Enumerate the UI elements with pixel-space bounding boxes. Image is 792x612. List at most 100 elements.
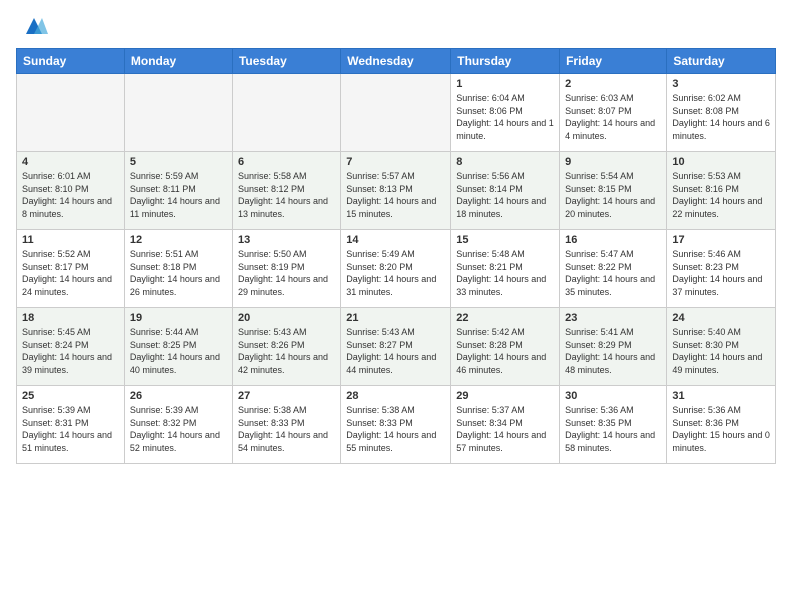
calendar-cell: 28 Sunrise: 5:38 AM Sunset: 8:33 PM Dayli… <box>341 386 451 464</box>
calendar-cell: 25 Sunrise: 5:39 AM Sunset: 8:31 PM Dayli… <box>17 386 125 464</box>
day-header-friday: Friday <box>560 49 667 74</box>
calendar-week-5: 25 Sunrise: 5:39 AM Sunset: 8:31 PM Dayli… <box>17 386 776 464</box>
calendar-cell: 17 Sunrise: 5:46 AM Sunset: 8:23 PM Dayli… <box>667 230 776 308</box>
day-number: 19 <box>130 312 227 324</box>
day-info: Sunrise: 5:48 AM Sunset: 8:21 PM Dayligh… <box>456 248 554 298</box>
day-number: 20 <box>238 312 335 324</box>
day-number: 12 <box>130 234 227 246</box>
day-header-sunday: Sunday <box>17 49 125 74</box>
day-number: 26 <box>130 390 227 402</box>
day-header-monday: Monday <box>124 49 232 74</box>
day-number: 10 <box>672 156 770 168</box>
calendar-cell: 31 Sunrise: 5:36 AM Sunset: 8:36 PM Dayli… <box>667 386 776 464</box>
day-number: 31 <box>672 390 770 402</box>
calendar-cell: 10Sunrise: 5:53 AM Sunset: 8:16 PM Dayli… <box>667 152 776 230</box>
calendar-cell: 6 Sunrise: 5:58 AM Sunset: 8:12 PM Daylig… <box>232 152 340 230</box>
day-number: 27 <box>238 390 335 402</box>
calendar-cell: 7 Sunrise: 5:57 AM Sunset: 8:13 PM Daylig… <box>341 152 451 230</box>
day-number: 29 <box>456 390 554 402</box>
day-info: Sunrise: 5:38 AM Sunset: 8:33 PM Dayligh… <box>346 404 445 454</box>
calendar-week-4: 18 Sunrise: 5:45 AM Sunset: 8:24 PM Dayli… <box>17 308 776 386</box>
calendar-cell: 23 Sunrise: 5:41 AM Sunset: 8:29 PM Dayli… <box>560 308 667 386</box>
day-info: Sunrise: 5:45 AM Sunset: 8:24 PM Dayligh… <box>22 326 119 376</box>
day-info: Sunrise: 5:59 AM Sunset: 8:11 PM Dayligh… <box>130 170 227 220</box>
day-header-wednesday: Wednesday <box>341 49 451 74</box>
day-info: Sunrise: 5:51 AM Sunset: 8:18 PM Dayligh… <box>130 248 227 298</box>
calendar-cell: 15Sunrise: 5:48 AM Sunset: 8:21 PM Dayli… <box>451 230 560 308</box>
day-number: 6 <box>238 156 335 168</box>
day-header-tuesday: Tuesday <box>232 49 340 74</box>
day-number: 14 <box>346 234 445 246</box>
day-info: Sunrise: 5:54 AM Sunset: 8:15 PM Dayligh… <box>565 170 661 220</box>
day-info: Sunrise: 5:56 AM Sunset: 8:14 PM Dayligh… <box>456 170 554 220</box>
calendar-week-1: 1 Sunrise: 6:04 AM Sunset: 8:06 PM Daylig… <box>17 74 776 152</box>
calendar-cell: 8 Sunrise: 5:56 AM Sunset: 8:14 PM Daylig… <box>451 152 560 230</box>
day-info: Sunrise: 5:49 AM Sunset: 8:20 PM Dayligh… <box>346 248 445 298</box>
calendar-cell: 22 Sunrise: 5:42 AM Sunset: 8:28 PM Dayli… <box>451 308 560 386</box>
calendar-cell: 11 Sunrise: 5:52 AM Sunset: 8:17 PM Dayli… <box>17 230 125 308</box>
day-info: Sunrise: 5:38 AM Sunset: 8:33 PM Dayligh… <box>238 404 335 454</box>
day-info: Sunrise: 5:39 AM Sunset: 8:32 PM Dayligh… <box>130 404 227 454</box>
day-info: Sunrise: 5:44 AM Sunset: 8:25 PM Dayligh… <box>130 326 227 376</box>
calendar-cell: 27 Sunrise: 5:38 AM Sunset: 8:33 PM Dayli… <box>232 386 340 464</box>
day-info: Sunrise: 5:37 AM Sunset: 8:34 PM Dayligh… <box>456 404 554 454</box>
day-info: Sunrise: 6:03 AM Sunset: 8:07 PM Dayligh… <box>565 92 661 142</box>
day-number: 23 <box>565 312 661 324</box>
page: SundayMondayTuesdayWednesdayThursdayFrid… <box>0 0 792 612</box>
day-info: Sunrise: 6:04 AM Sunset: 8:06 PM Dayligh… <box>456 92 554 142</box>
day-number: 11 <box>22 234 119 246</box>
day-number: 4 <box>22 156 119 168</box>
day-number: 8 <box>456 156 554 168</box>
calendar-cell: 1 Sunrise: 6:04 AM Sunset: 8:06 PM Daylig… <box>451 74 560 152</box>
day-number: 5 <box>130 156 227 168</box>
calendar-cell: 30 Sunrise: 5:36 AM Sunset: 8:35 PM Dayli… <box>560 386 667 464</box>
calendar-table: SundayMondayTuesdayWednesdayThursdayFrid… <box>16 48 776 464</box>
day-number: 21 <box>346 312 445 324</box>
day-info: Sunrise: 5:41 AM Sunset: 8:29 PM Dayligh… <box>565 326 661 376</box>
header <box>16 12 776 40</box>
calendar-cell: 26 Sunrise: 5:39 AM Sunset: 8:32 PM Dayli… <box>124 386 232 464</box>
calendar-cell: 4 Sunrise: 6:01 AM Sunset: 8:10 PM Daylig… <box>17 152 125 230</box>
day-info: Sunrise: 5:50 AM Sunset: 8:19 PM Dayligh… <box>238 248 335 298</box>
day-info: Sunrise: 6:01 AM Sunset: 8:10 PM Dayligh… <box>22 170 119 220</box>
day-info: Sunrise: 5:58 AM Sunset: 8:12 PM Dayligh… <box>238 170 335 220</box>
calendar-cell: 20 Sunrise: 5:43 AM Sunset: 8:26 PM Dayli… <box>232 308 340 386</box>
calendar-week-3: 11 Sunrise: 5:52 AM Sunset: 8:17 PM Dayli… <box>17 230 776 308</box>
calendar-cell: 24 Sunrise: 5:40 AM Sunset: 8:30 PM Dayli… <box>667 308 776 386</box>
calendar-cell: 19 Sunrise: 5:44 AM Sunset: 8:25 PM Dayli… <box>124 308 232 386</box>
day-number: 17 <box>672 234 770 246</box>
day-number: 25 <box>22 390 119 402</box>
calendar-cell <box>17 74 125 152</box>
day-number: 18 <box>22 312 119 324</box>
logo-icon <box>20 12 48 40</box>
day-number: 22 <box>456 312 554 324</box>
day-number: 1 <box>456 78 554 90</box>
calendar-cell: 5 Sunrise: 5:59 AM Sunset: 8:11 PM Daylig… <box>124 152 232 230</box>
calendar-cell <box>232 74 340 152</box>
day-info: Sunrise: 5:40 AM Sunset: 8:30 PM Dayligh… <box>672 326 770 376</box>
day-info: Sunrise: 5:42 AM Sunset: 8:28 PM Dayligh… <box>456 326 554 376</box>
calendar-cell: 21Sunrise: 5:43 AM Sunset: 8:27 PM Dayli… <box>341 308 451 386</box>
day-info: Sunrise: 5:36 AM Sunset: 8:36 PM Dayligh… <box>672 404 770 454</box>
day-number: 2 <box>565 78 661 90</box>
day-info: Sunrise: 5:36 AM Sunset: 8:35 PM Dayligh… <box>565 404 661 454</box>
calendar-cell <box>124 74 232 152</box>
calendar-cell: 9Sunrise: 5:54 AM Sunset: 8:15 PM Daylig… <box>560 152 667 230</box>
day-header-saturday: Saturday <box>667 49 776 74</box>
calendar-week-2: 4 Sunrise: 6:01 AM Sunset: 8:10 PM Daylig… <box>17 152 776 230</box>
day-info: Sunrise: 5:39 AM Sunset: 8:31 PM Dayligh… <box>22 404 119 454</box>
day-info: Sunrise: 5:43 AM Sunset: 8:26 PM Dayligh… <box>238 326 335 376</box>
day-number: 7 <box>346 156 445 168</box>
calendar-cell: 3Sunrise: 6:02 AM Sunset: 8:08 PM Daylig… <box>667 74 776 152</box>
day-number: 30 <box>565 390 661 402</box>
day-number: 13 <box>238 234 335 246</box>
day-info: Sunrise: 5:52 AM Sunset: 8:17 PM Dayligh… <box>22 248 119 298</box>
day-info: Sunrise: 5:46 AM Sunset: 8:23 PM Dayligh… <box>672 248 770 298</box>
day-info: Sunrise: 5:47 AM Sunset: 8:22 PM Dayligh… <box>565 248 661 298</box>
calendar-cell: 2 Sunrise: 6:03 AM Sunset: 8:07 PM Daylig… <box>560 74 667 152</box>
calendar-cell: 16Sunrise: 5:47 AM Sunset: 8:22 PM Dayli… <box>560 230 667 308</box>
day-number: 24 <box>672 312 770 324</box>
calendar-cell: 14 Sunrise: 5:49 AM Sunset: 8:20 PM Dayli… <box>341 230 451 308</box>
day-number: 28 <box>346 390 445 402</box>
day-info: Sunrise: 5:57 AM Sunset: 8:13 PM Dayligh… <box>346 170 445 220</box>
